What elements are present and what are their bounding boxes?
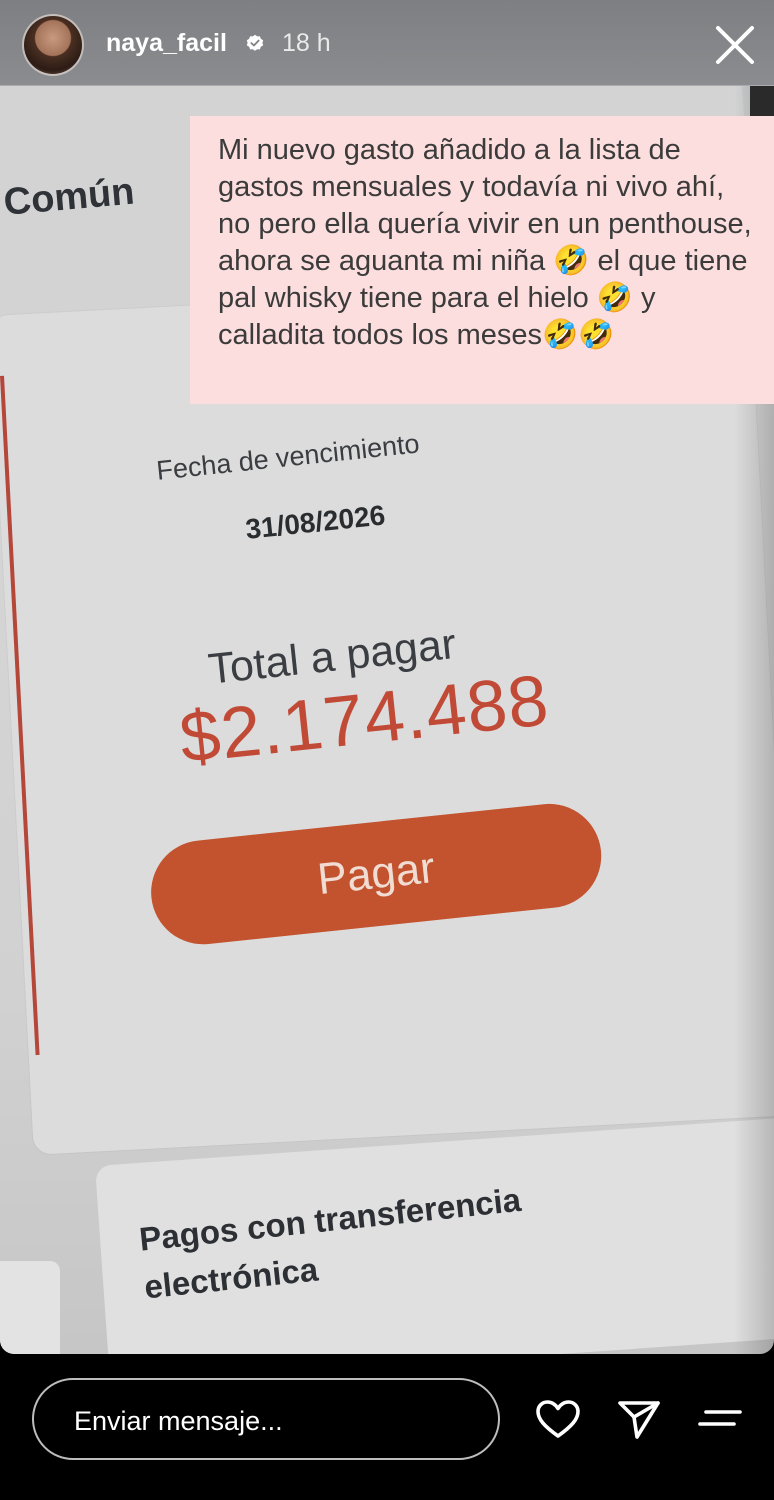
caption-text: Mi nuevo gasto añadido a la lista de gas… — [218, 134, 752, 351]
photo-pay-label: Pagar — [315, 843, 438, 905]
avatar[interactable] — [22, 14, 84, 76]
time-ago: 18 h — [282, 29, 331, 57]
username[interactable]: naya_facil — [106, 29, 227, 58]
heart-icon[interactable] — [534, 1396, 582, 1444]
story-header: naya_facil 18 h — [0, 0, 774, 86]
message-input[interactable]: Enviar mensaje... — [32, 1378, 500, 1460]
menu-icon[interactable] — [696, 1396, 744, 1444]
message-placeholder: Enviar mensaje... — [74, 1406, 283, 1436]
bottom-bar: Enviar mensaje... — [0, 1354, 774, 1500]
photo-panel-left — [0, 1261, 60, 1354]
close-icon[interactable] — [712, 22, 758, 68]
send-icon[interactable] — [615, 1396, 663, 1444]
story-caption: Mi nuevo gasto añadido a la lista de gas… — [190, 116, 774, 404]
story-frame: Común Fecha de vencimiento 31/08/2026 To… — [0, 0, 774, 1354]
verified-badge-icon — [246, 34, 264, 51]
